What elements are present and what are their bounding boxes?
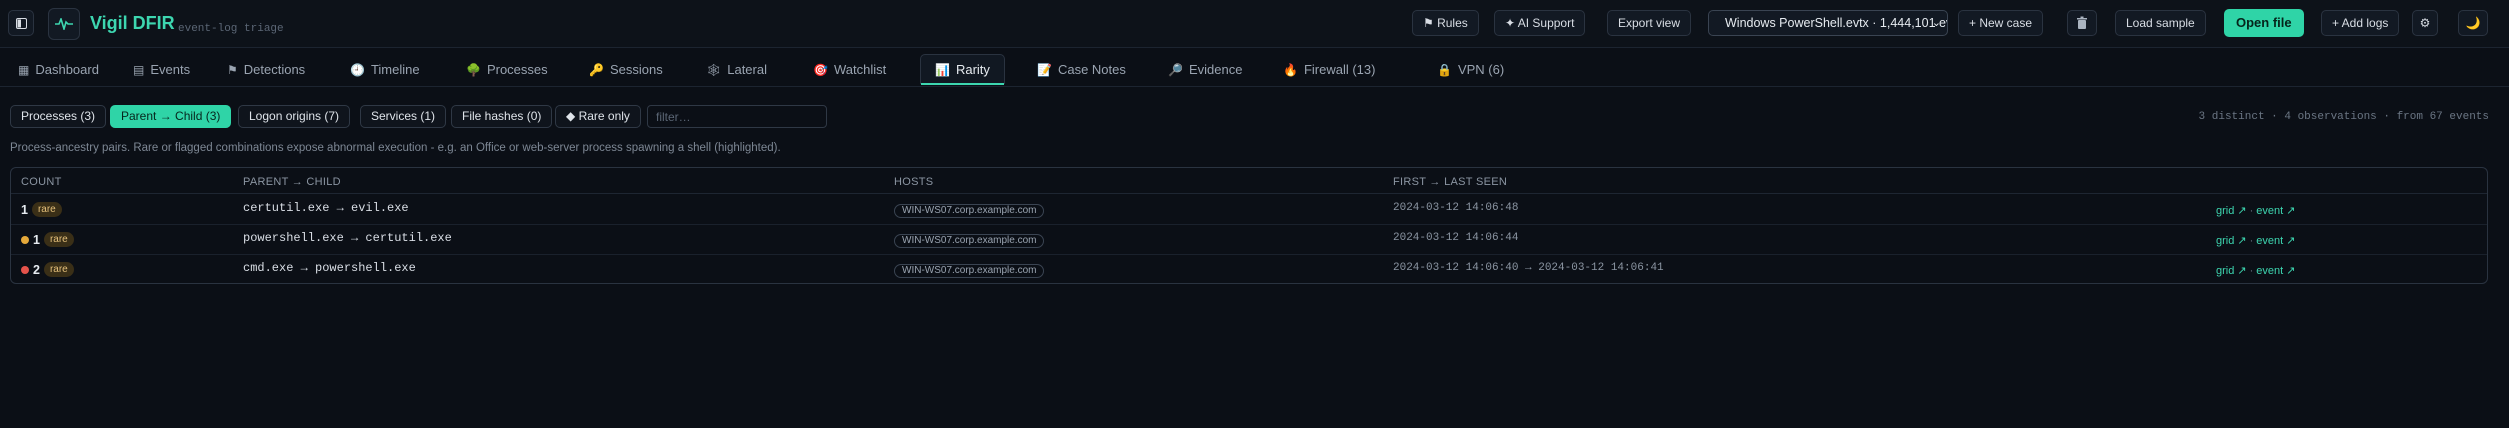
sidebar-toggle-icon xyxy=(15,17,27,29)
count-value: 1 xyxy=(33,232,40,247)
seen-range: 2024-03-12 14:06:44 xyxy=(1393,232,1519,244)
delete-button[interactable] xyxy=(2067,10,2097,36)
summary-text: 3 distinct · 4 observations · from 67 ev… xyxy=(2198,111,2489,123)
description-text: Process-ancestry pairs. Rare or flagged … xyxy=(10,142,781,154)
chip-logon-origins[interactable]: Logon origins (7) xyxy=(238,105,351,128)
host-badge[interactable]: WIN-WS07.corp.example.com xyxy=(894,234,1045,248)
event-link[interactable]: event ↗ xyxy=(2256,265,2295,277)
count-value: 1 xyxy=(21,202,28,217)
flag-icon: ⚑ xyxy=(227,63,238,77)
add-logs-button[interactable]: + Add logs xyxy=(2321,10,2400,36)
severity-dot-icon xyxy=(21,265,29,274)
row-links: grid ↗ · event ↗ xyxy=(2216,265,2296,277)
tab-evidence[interactable]: 🔎 Evidence xyxy=(1168,57,1242,83)
tab-dashboard[interactable]: ▦ Dashboard xyxy=(18,57,99,83)
row-links: grid ↗ · event ↗ xyxy=(2216,205,2296,217)
parent-child-pair: certutil.exe → evil.exe xyxy=(243,201,409,215)
host-badge[interactable]: WIN-WS07.corp.example.com xyxy=(894,204,1045,218)
tab-lateral[interactable]: 🕸 Lateral xyxy=(706,57,767,83)
count-value: 2 xyxy=(33,262,40,277)
notes-icon: 📝 xyxy=(1037,63,1052,77)
tab-vpn[interactable]: 🔒 VPN (6) xyxy=(1437,57,1504,83)
network-icon: 🕸 xyxy=(706,63,722,77)
open-file-button[interactable]: Open file xyxy=(2224,9,2304,37)
event-link[interactable]: event ↗ xyxy=(2256,235,2295,247)
column-header-seen[interactable]: FIRST → LAST SEEN xyxy=(1393,176,1507,188)
fire-icon: 🔥 xyxy=(1283,63,1298,77)
rules-button[interactable]: ⚑ Rules xyxy=(1412,10,1479,36)
table-row[interactable]: 2 rare cmd.exe → powershell.exe WIN-WS07… xyxy=(11,255,2487,283)
rare-badge: rare xyxy=(43,262,74,277)
column-header-pair[interactable]: PARENT → CHILD xyxy=(243,176,341,188)
severity-dot-icon xyxy=(21,235,29,244)
host-badge[interactable]: WIN-WS07.corp.example.com xyxy=(894,264,1045,278)
chip-services[interactable]: Services (1) xyxy=(360,105,447,128)
tab-processes[interactable]: 🌳 Processes xyxy=(466,57,548,83)
rare-badge: rare xyxy=(43,232,74,247)
settings-button[interactable]: ⚙ xyxy=(2412,10,2438,36)
event-link[interactable]: event ↗ xyxy=(2256,205,2295,217)
sidebar-toggle-button[interactable] xyxy=(8,10,34,36)
magnifier-icon: 🔎 xyxy=(1168,63,1183,77)
logo-icon xyxy=(48,8,80,40)
table-row[interactable]: 1 rare powershell.exe → certutil.exe WIN… xyxy=(11,225,2487,255)
grid-link[interactable]: grid ↗ xyxy=(2216,235,2247,247)
ai-support-button[interactable]: ✦ AI Support xyxy=(1494,10,1586,36)
log-file-select[interactable]: Windows PowerShell.evtx · 1,444,101 ev ⌄ xyxy=(1708,10,1948,36)
app-subtitle: event-log triage xyxy=(178,23,284,35)
moon-icon: 🌙 xyxy=(2465,16,2481,30)
target-icon: 🎯 xyxy=(813,63,828,77)
bar-chart-icon: 📊 xyxy=(935,63,950,77)
tab-detections[interactable]: ⚑ Detections xyxy=(227,57,305,83)
list-icon: ▤ xyxy=(133,63,145,77)
tab-sessions[interactable]: 🔑 Sessions xyxy=(589,57,663,83)
chip-rare-only[interactable]: ◆ Rare only xyxy=(555,105,641,128)
chevron-down-icon: ⌄ xyxy=(1931,17,1941,29)
tree-icon: 🌳 xyxy=(466,63,481,77)
row-links: grid ↗ · event ↗ xyxy=(2216,235,2296,247)
tab-events[interactable]: ▤ Events xyxy=(133,57,190,83)
parent-child-pair: powershell.exe → certutil.exe xyxy=(243,231,452,245)
key-icon: 🔑 xyxy=(589,63,604,77)
tab-firewall[interactable]: 🔥 Firewall (13) xyxy=(1283,57,1375,83)
clock-icon: 🕘 xyxy=(350,63,365,77)
seen-range: 2024-03-12 14:06:40 → 2024-03-12 14:06:4… xyxy=(1393,262,1664,274)
new-case-button[interactable]: + New case xyxy=(1958,10,2044,36)
lock-icon: 🔒 xyxy=(1437,63,1452,77)
grid-link[interactable]: grid ↗ xyxy=(2216,265,2247,277)
filter-input[interactable] xyxy=(647,105,827,128)
tab-rarity[interactable]: 📊 Rarity xyxy=(920,54,1005,85)
export-view-button[interactable]: Export view xyxy=(1607,10,1692,36)
top-bar: Vigil DFIR event-log triage ⚑ Rules ✦ AI… xyxy=(0,0,2509,48)
rarity-table: COUNT PARENT → CHILD HOSTS FIRST → LAST … xyxy=(10,167,2488,284)
chip-file-hashes[interactable]: File hashes (0) xyxy=(451,105,553,128)
count-cell: 2 rare xyxy=(21,262,74,277)
rare-badge: rare xyxy=(31,202,62,217)
grid-icon: ▦ xyxy=(18,63,30,77)
parent-child-pair: cmd.exe → powershell.exe xyxy=(243,261,416,275)
trash-icon xyxy=(2077,16,2087,29)
app-title: Vigil DFIR xyxy=(90,13,175,33)
column-header-hosts[interactable]: HOSTS xyxy=(894,176,933,188)
tab-case-notes[interactable]: 📝 Case Notes xyxy=(1037,57,1126,83)
log-file-select-value: Windows PowerShell.evtx · 1,444,101 ev xyxy=(1725,16,1948,30)
column-header-count[interactable]: COUNT xyxy=(21,176,62,188)
theme-toggle-button[interactable]: 🌙 xyxy=(2458,10,2488,36)
tab-watchlist[interactable]: 🎯 Watchlist xyxy=(813,57,886,83)
chip-parent-child[interactable]: Parent → Child (3) xyxy=(110,105,232,128)
gear-icon: ⚙ xyxy=(2419,16,2431,30)
table-header: COUNT PARENT → CHILD HOSTS FIRST → LAST … xyxy=(11,168,2487,194)
load-sample-button[interactable]: Load sample xyxy=(2115,10,2206,36)
chip-processes[interactable]: Processes (3) xyxy=(10,105,107,128)
grid-link[interactable]: grid ↗ xyxy=(2216,205,2247,217)
tab-timeline[interactable]: 🕘 Timeline xyxy=(350,57,420,83)
table-row[interactable]: 1 rare certutil.exe → evil.exe WIN-WS07.… xyxy=(11,195,2487,225)
count-cell: 1 rare xyxy=(21,232,74,247)
seen-range: 2024-03-12 14:06:48 xyxy=(1393,202,1519,214)
count-cell: 1 rare xyxy=(21,202,62,217)
tab-bar: ▦ Dashboard ▤ Events ⚑ Detections 🕘 Timeline… xyxy=(0,50,2509,87)
